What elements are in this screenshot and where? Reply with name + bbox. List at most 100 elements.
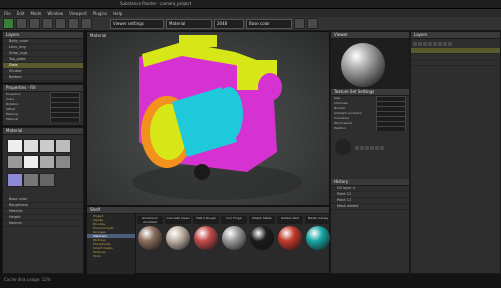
slot-buttons xyxy=(355,146,384,150)
channel-row[interactable]: Normal xyxy=(3,221,83,227)
shelf-material[interactable]: Aluminium Anodized xyxy=(137,216,163,250)
material-ball-icon xyxy=(166,226,190,250)
shelf-material[interactable]: Iron Forge xyxy=(221,216,247,250)
brush-thumbnail[interactable] xyxy=(55,139,71,153)
resolution-dropdown[interactable]: 2048 xyxy=(214,18,244,29)
shelf-material-label: Fabric Rough xyxy=(193,216,219,224)
material-thumbnail[interactable] xyxy=(39,173,55,187)
properties-panel: Properties - Fill Projection Scale Rotat… xyxy=(2,84,84,126)
shelf-material-grid: Aluminium Anodized Concrete Clean Fabric R… xyxy=(137,214,359,274)
setting-label: Channels xyxy=(334,101,348,105)
property-label: Rotation xyxy=(6,102,19,106)
smudge-icon[interactable] xyxy=(55,18,66,29)
menu-window[interactable]: Window xyxy=(47,11,63,16)
menu-viewport[interactable]: Viewport xyxy=(69,11,87,16)
material-ball-icon[interactable] xyxy=(335,139,351,155)
shelf-material[interactable]: Plastic Glossy xyxy=(305,216,331,250)
shelf-material[interactable]: Plastic Matte xyxy=(249,216,275,250)
render-icon[interactable] xyxy=(307,18,318,29)
toolbar: Viewer settings Material 2048 Base color xyxy=(0,17,501,31)
shelf-material-label: Concrete Clean xyxy=(165,216,191,224)
material-ball-icon xyxy=(250,226,274,250)
property-value[interactable] xyxy=(50,117,80,122)
brush-thumbnail[interactable] xyxy=(7,139,23,153)
shelf-folder-tree: Project Alphas Brushes Environments Grun… xyxy=(87,214,136,274)
brush-thumbnail[interactable] xyxy=(7,155,23,169)
camera-icon[interactable] xyxy=(294,18,305,29)
picker-icon[interactable] xyxy=(81,18,92,29)
shelf-material-label: Iron Forge xyxy=(221,216,247,224)
title-bar: Substance Painter - camera_project xyxy=(0,0,501,9)
layers-panel: Layers Body_color Lens_ring Strap_lugs T… xyxy=(2,31,84,83)
viewport-3d[interactable]: Material xyxy=(86,31,330,206)
shelf-material-label: Rubber Red xyxy=(277,216,303,224)
shelf-material-label: Aluminium Anodized xyxy=(137,216,163,224)
projection-icon[interactable] xyxy=(29,18,40,29)
viewer-panel: Viewer Texture Set Settings Size Channel… xyxy=(330,31,410,274)
property-label: Filtering xyxy=(6,112,19,116)
eraser-icon[interactable] xyxy=(16,18,27,29)
material-ball-icon xyxy=(278,226,302,250)
property-label: Projection xyxy=(6,92,21,96)
shelf-title: Shelf xyxy=(87,207,329,214)
brush-grid xyxy=(3,135,83,197)
status-bar: Cache disk usage: 12% xyxy=(0,274,501,288)
menu-plugins[interactable]: Plugins xyxy=(93,11,107,16)
shelf-material-label: Plastic Matte xyxy=(249,216,275,224)
clone-icon[interactable] xyxy=(68,18,79,29)
paint-brush-icon[interactable] xyxy=(3,18,14,29)
brush-thumbnail[interactable] xyxy=(23,139,39,153)
channel-dropdown[interactable]: Material xyxy=(166,18,212,29)
shelf-material[interactable]: Rubber Red xyxy=(277,216,303,250)
material-ball-icon xyxy=(194,226,218,250)
layer-stack-toolbar xyxy=(411,40,500,48)
shelf-material-label: Plastic Glossy xyxy=(305,216,331,224)
layers-panel-title: Layers xyxy=(3,32,83,39)
brush-thumbnail[interactable] xyxy=(39,155,55,169)
property-label: Scale xyxy=(6,97,15,101)
swatches-panel-title: Material xyxy=(3,128,83,135)
menu-edit[interactable]: Edit xyxy=(17,11,25,16)
polygon-fill-icon[interactable] xyxy=(42,18,53,29)
brush-thumbnail[interactable] xyxy=(55,155,71,169)
material-ball-icon xyxy=(222,226,246,250)
setting-label: Curvature xyxy=(334,116,349,120)
properties-panel-title: Properties - Fill xyxy=(3,85,83,92)
shelf-material[interactable]: Concrete Clean xyxy=(165,216,191,250)
shader-dropdown[interactable]: Viewer settings xyxy=(110,18,164,29)
brush-thumbnail[interactable] xyxy=(39,139,55,153)
menu-help[interactable]: Help xyxy=(113,11,122,16)
layer-channel-dropdown[interactable]: Base color xyxy=(246,18,292,29)
menu-bar: File Edit Mode Window Viewport Plugins H… xyxy=(0,9,501,17)
shelf-material[interactable]: Fabric Rough xyxy=(193,216,219,250)
shelf-folder[interactable]: Tools xyxy=(87,254,135,258)
material-thumbnail[interactable] xyxy=(7,173,23,187)
layer-stack-title: Layers xyxy=(411,32,500,39)
material-preview xyxy=(331,39,409,89)
brush-thumbnail[interactable] xyxy=(23,155,39,169)
setting-label: Position xyxy=(334,126,346,130)
layer-row[interactable]: Bottom xyxy=(3,75,83,81)
texture-set-title: Texture Set Settings xyxy=(331,89,409,96)
menu-mode[interactable]: Mode xyxy=(30,11,41,16)
property-row: Material xyxy=(3,117,83,122)
layer-stack-row[interactable] xyxy=(411,60,500,66)
swatches-panel: Material Base color Roughness Metallic H… xyxy=(2,127,84,274)
setting-label: Normal xyxy=(334,106,345,110)
shelf-panel: Shelf Project Alphas Brushes Environment… xyxy=(86,206,359,274)
preview-sphere xyxy=(341,43,385,87)
status-text: Cache disk usage: 12% xyxy=(4,277,51,282)
setting-label: Ambient occlusion xyxy=(334,111,362,115)
layer-stack-panel: Layers xyxy=(410,31,501,274)
viewer-title: Viewer xyxy=(331,32,409,39)
material-thumbnail[interactable] xyxy=(23,173,39,187)
material-ball-icon xyxy=(306,226,330,250)
property-label: Material xyxy=(6,117,19,121)
window-title: Substance Painter - camera_project xyxy=(120,1,192,6)
setting-label: Size xyxy=(334,96,341,100)
history-row[interactable]: Mask added xyxy=(331,204,409,210)
property-label: Offset xyxy=(6,107,16,111)
material-ball-icon xyxy=(138,226,162,250)
camera-model[interactable] xyxy=(87,32,330,206)
menu-file[interactable]: File xyxy=(4,11,11,16)
